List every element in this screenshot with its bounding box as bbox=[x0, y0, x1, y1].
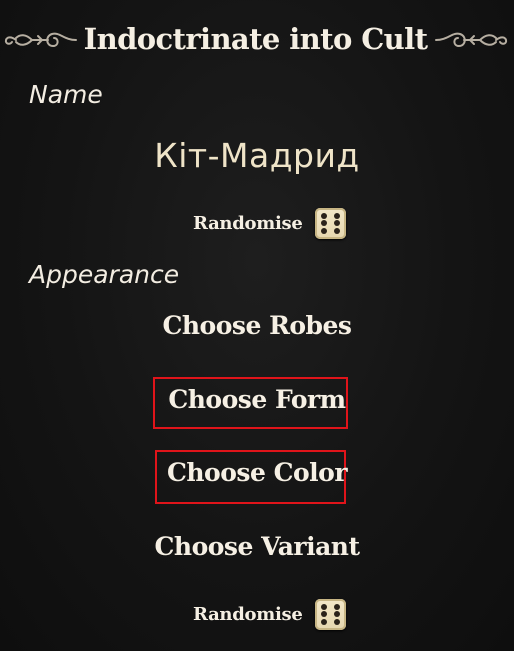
choose-color-button[interactable]: Choose Color bbox=[0, 456, 514, 490]
randomise-appearance-button[interactable]: Randomise bbox=[193, 597, 347, 631]
appearance-section-label: Appearance bbox=[29, 260, 180, 289]
dice-icon[interactable] bbox=[315, 598, 347, 630]
name-section-label: Name bbox=[29, 80, 103, 109]
follower-name[interactable]: Кіт-Мадрид bbox=[0, 134, 514, 178]
right-flourish-icon bbox=[435, 32, 508, 48]
title-bar: Indoctrinate into Cult bbox=[0, 18, 514, 62]
left-flourish-icon bbox=[4, 32, 77, 48]
randomise-name-button[interactable]: Randomise bbox=[193, 206, 347, 240]
choose-form-button[interactable]: Choose Form bbox=[0, 383, 514, 417]
page-title: Indoctrinate into Cult bbox=[83, 22, 428, 56]
choose-robes-button[interactable]: Choose Robes bbox=[0, 309, 514, 343]
randomise-appearance-label: Randomise bbox=[193, 603, 303, 625]
dice-icon[interactable] bbox=[315, 207, 347, 239]
choose-variant-button[interactable]: Choose Variant bbox=[0, 530, 514, 564]
randomise-name-label: Randomise bbox=[193, 212, 303, 234]
